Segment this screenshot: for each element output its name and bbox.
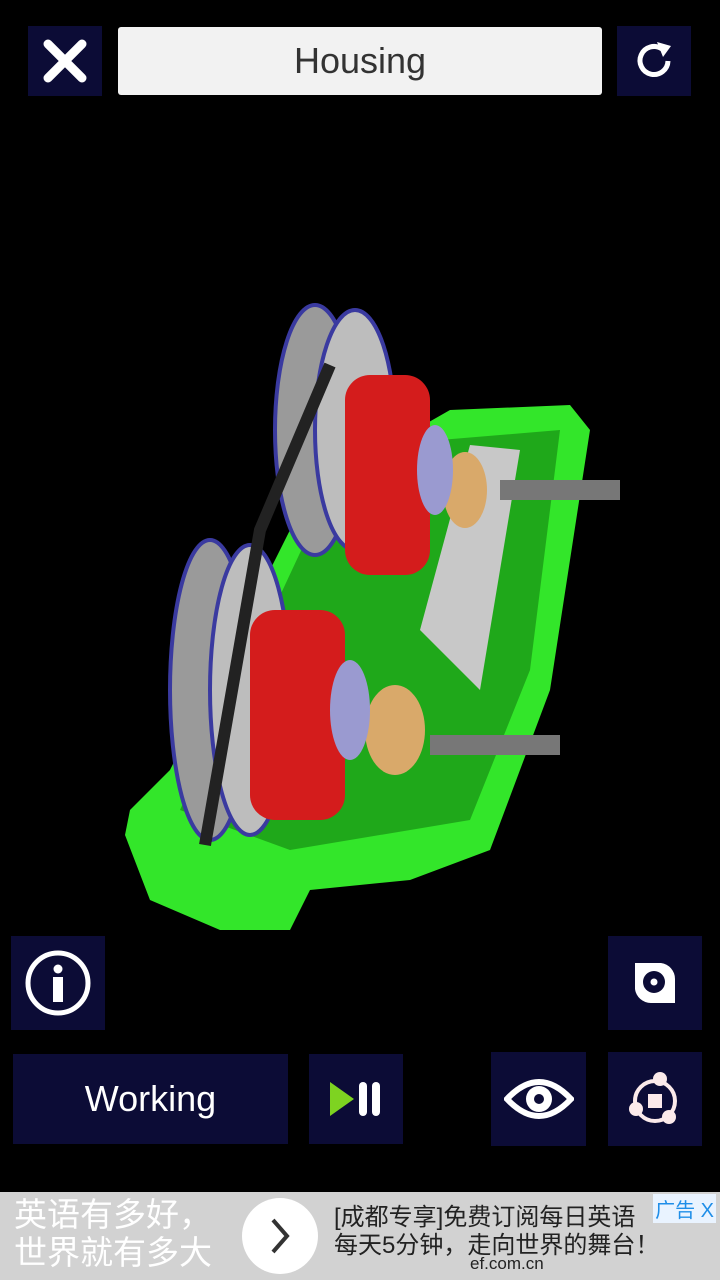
ad-banner[interactable]: 英语有多好， 世界就有多大 [成都专享]免费订阅每日英语 每天5分钟，走向世界的舞… xyxy=(0,1192,720,1280)
ad-label: 广告 xyxy=(655,1200,696,1222)
3d-model-viewport[interactable] xyxy=(110,290,650,940)
flange-lower xyxy=(330,660,370,760)
ad-url: ef.com.cn xyxy=(470,1254,544,1273)
close-icon xyxy=(43,39,87,83)
ad-line: 世界就有多大 xyxy=(14,1234,212,1271)
play-pause-button[interactable] xyxy=(309,1054,403,1144)
close-button[interactable] xyxy=(28,26,102,96)
flange-upper xyxy=(417,425,453,515)
mode-button[interactable]: Working xyxy=(13,1054,288,1144)
refresh-icon xyxy=(637,42,671,77)
camera-icon xyxy=(635,963,676,1004)
eye-icon xyxy=(503,1079,574,1119)
info-button[interactable] xyxy=(11,936,105,1030)
bearing-lower xyxy=(365,685,425,775)
ad-close-button[interactable]: X xyxy=(701,1200,714,1222)
chevron-right-icon xyxy=(271,1218,290,1254)
snapshot-button[interactable] xyxy=(608,936,702,1030)
shaft-upper xyxy=(500,480,620,500)
explode-button[interactable] xyxy=(608,1052,702,1146)
play-pause-icon xyxy=(330,1082,380,1116)
reset-button[interactable] xyxy=(617,26,691,96)
ad-line: 英语有多好， xyxy=(14,1196,212,1233)
part-title: Housing xyxy=(118,27,602,95)
explode-icon xyxy=(629,1072,677,1124)
ad-open-button[interactable] xyxy=(242,1198,318,1274)
view-button[interactable] xyxy=(491,1052,586,1146)
ad-tag[interactable]: 广告 X xyxy=(653,1194,716,1223)
shaft-lower xyxy=(430,735,560,755)
info-icon xyxy=(25,950,91,1016)
ad-headline: 英语有多好， 世界就有多大 xyxy=(14,1196,212,1272)
